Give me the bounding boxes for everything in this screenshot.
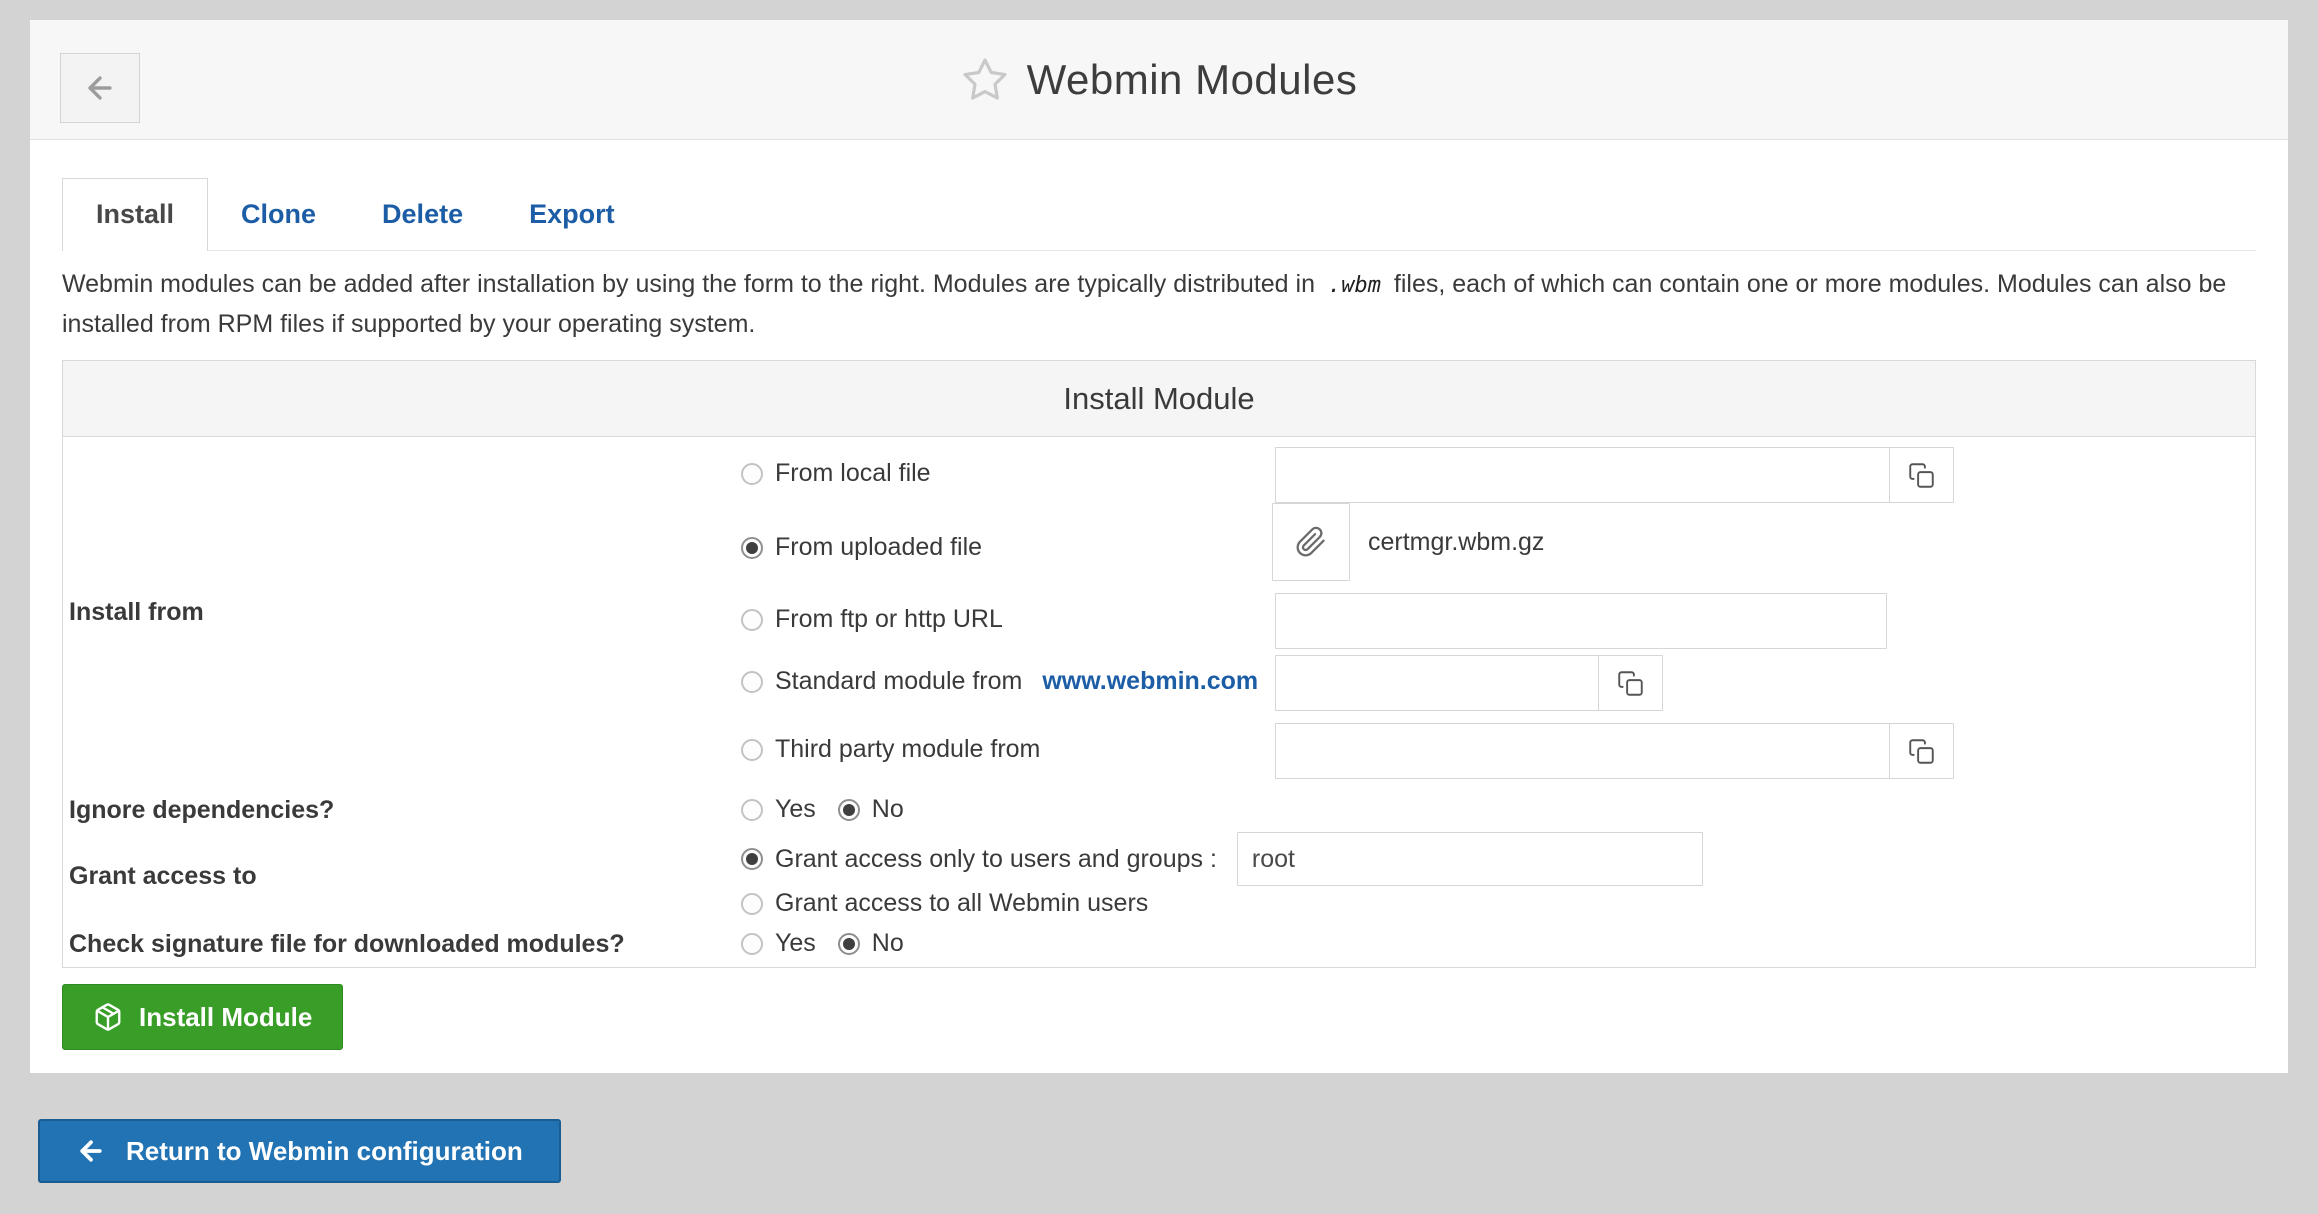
radio-local-file[interactable] (741, 463, 763, 485)
install-module-button-label: Install Module (139, 1002, 312, 1033)
radio-standard-module[interactable] (741, 671, 763, 693)
radio-uploaded-file[interactable] (741, 537, 763, 559)
radio-grant-users[interactable] (741, 848, 763, 870)
star-icon[interactable] (961, 56, 1009, 104)
file-chooser-icon (1908, 462, 1935, 489)
radio-grant-all[interactable] (741, 893, 763, 915)
install-from-label: Install from (69, 597, 204, 627)
third-party-field (1275, 723, 1954, 779)
radio-ftp-url-label: From ftp or http URL (775, 605, 1003, 634)
ftp-url-input[interactable] (1275, 593, 1887, 649)
panel-title: Install Module (63, 361, 2255, 437)
option-grant-all: Grant access to all Webmin users (741, 889, 1148, 918)
content-card: Webmin Modules Install Clone Delete Expo… (30, 20, 2288, 1073)
tab-export-label: Export (529, 199, 615, 230)
radio-ignore-yes-label: Yes (775, 795, 816, 824)
tab-delete-label: Delete (382, 199, 463, 230)
local-file-input[interactable] (1275, 447, 1890, 503)
third-party-chooser-button[interactable] (1889, 723, 1954, 779)
intro-part1: Webmin modules can be added after instal… (62, 270, 1315, 298)
tab-export[interactable]: Export (496, 178, 648, 250)
local-file-field (1275, 447, 1954, 503)
paperclip-icon (1295, 526, 1327, 558)
option-ftp-url: From ftp or http URL (741, 605, 1003, 634)
option-standard-module: Standard module from www.webmin.com (741, 667, 1258, 696)
return-to-webmin-config-button[interactable]: Return to Webmin configuration (38, 1119, 561, 1183)
ftp-url-field (1275, 593, 1887, 649)
tab-clone[interactable]: Clone (208, 178, 349, 250)
back-button[interactable] (60, 53, 140, 123)
back-arrow-icon (83, 71, 117, 105)
radio-signature-yes[interactable] (741, 933, 763, 955)
option-third-party: Third party module from (741, 735, 1040, 764)
tab-install[interactable]: Install (62, 178, 208, 251)
radio-ignore-no-label: No (872, 795, 904, 824)
radio-ftp-url[interactable] (741, 609, 763, 631)
page-header: Webmin Modules (30, 20, 2288, 140)
file-chooser-icon (1617, 670, 1644, 697)
package-icon (93, 1002, 123, 1032)
uploaded-file-field: certmgr.wbm.gz (1272, 503, 1544, 581)
arrow-left-icon (76, 1136, 106, 1166)
radio-local-file-label: From local file (775, 459, 931, 488)
radio-grant-users-label: Grant access only to users and groups : (775, 845, 1217, 874)
upload-file-button[interactable] (1272, 503, 1350, 581)
webmin-com-link[interactable]: www.webmin.com (1042, 667, 1258, 696)
radio-ignore-yes[interactable] (741, 799, 763, 821)
intro-text: Webmin modules can be added after instal… (62, 265, 2256, 344)
standard-module-input[interactable] (1275, 655, 1599, 711)
standard-module-field (1275, 655, 1663, 711)
radio-third-party[interactable] (741, 739, 763, 761)
radio-grant-all-label: Grant access to all Webmin users (775, 889, 1148, 918)
tab-bar: Install Clone Delete Export (62, 178, 2256, 251)
radio-third-party-label: Third party module from (775, 735, 1040, 764)
option-local-file: From local file (741, 459, 931, 488)
standard-module-chooser-button[interactable] (1598, 655, 1663, 711)
radio-ignore-no[interactable] (838, 799, 860, 821)
grant-users-input[interactable] (1237, 832, 1703, 886)
radio-signature-no[interactable] (838, 933, 860, 955)
ignore-dependencies-label: Ignore dependencies? (69, 795, 334, 825)
install-module-button[interactable]: Install Module (62, 984, 343, 1050)
radio-uploaded-file-label: From uploaded file (775, 533, 982, 562)
uploaded-filename: certmgr.wbm.gz (1368, 528, 1544, 557)
third-party-input[interactable] (1275, 723, 1890, 779)
tab-clone-label: Clone (241, 199, 316, 230)
panel-body: Install from Ignore dependencies? Grant … (63, 437, 2255, 967)
grant-access-label: Grant access to (69, 861, 257, 891)
option-uploaded-file: From uploaded file (741, 533, 982, 562)
return-button-label: Return to Webmin configuration (126, 1136, 523, 1167)
wbm-code: .wbm (1322, 273, 1387, 298)
radio-signature-yes-label: Yes (775, 929, 816, 958)
page-title: Webmin Modules (1027, 56, 1358, 104)
option-grant-users: Grant access only to users and groups : (741, 831, 1703, 887)
tab-delete[interactable]: Delete (349, 178, 496, 250)
local-file-chooser-button[interactable] (1889, 447, 1954, 503)
ignore-dependencies-options: Yes No (741, 795, 904, 824)
tab-install-label: Install (96, 199, 174, 230)
file-chooser-icon (1908, 738, 1935, 765)
radio-standard-module-label: Standard module from (775, 667, 1022, 696)
check-signature-label: Check signature file for downloaded modu… (69, 929, 625, 959)
page-title-group: Webmin Modules (30, 20, 2288, 139)
check-signature-options: Yes No (741, 929, 904, 958)
radio-signature-no-label: No (872, 929, 904, 958)
install-module-panel: Install Module Install from Ignore depen… (62, 360, 2256, 968)
